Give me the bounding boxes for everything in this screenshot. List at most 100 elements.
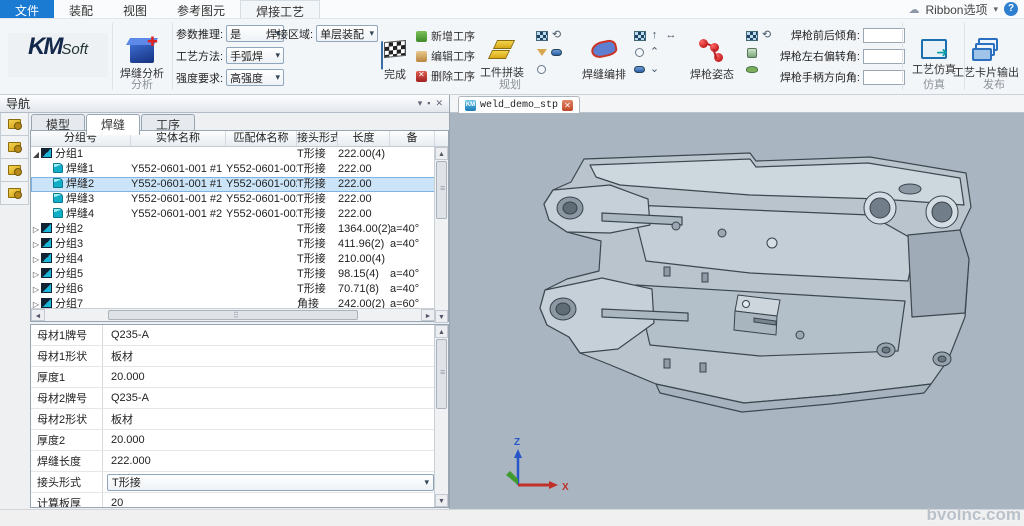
funnel-icon[interactable] (537, 49, 547, 56)
tree-toggle-icon[interactable]: ▷ (31, 282, 41, 297)
param-select[interactable]: 高强度 (226, 69, 284, 86)
table-row-weld[interactable]: 焊缝2Y552-0601-001 #1Y552-0601-002 #2T形接22… (31, 177, 435, 192)
property-row[interactable]: 母材2牌号Q235-A (31, 388, 436, 409)
op-button-edit[interactable]: 编辑工序 (416, 48, 475, 64)
workpiece-assemble-button[interactable]: 工件拼装 (474, 35, 530, 80)
column-header-1[interactable]: 实体名称 (131, 131, 226, 146)
column-header-3[interactable]: 接头形式 (297, 131, 338, 146)
viewport-3d[interactable]: Z X (450, 113, 1024, 509)
property-row[interactable]: 厚度220.000 (31, 430, 436, 451)
menu-tab-文件[interactable]: 文件 (0, 0, 54, 18)
scrollbar-thumb[interactable] (436, 161, 447, 219)
props-vertical-scrollbar[interactable]: ▲ ▼ (434, 325, 448, 507)
table-row-group[interactable]: ◢分组1T形接222.00(4) (31, 147, 435, 162)
column-header-5[interactable]: 备 (390, 131, 435, 146)
flag-icon[interactable] (536, 31, 548, 41)
card-output-button[interactable]: 工艺卡片输出 (948, 35, 1024, 80)
scroll-up-icon[interactable]: ▲ (435, 325, 448, 338)
angle-row-0: 焊枪前后倾角: (768, 27, 905, 43)
finish-flag-icon (384, 40, 406, 58)
document-tab[interactable]: KM weld_demo_stp ✕ (458, 96, 580, 113)
property-row[interactable]: 母材1形状板材 (31, 346, 436, 367)
float-icon[interactable]: ▪ (427, 98, 430, 109)
property-row[interactable]: 母材1牌号Q235-A (31, 325, 436, 346)
property-row[interactable]: 焊缝长度222.000 (31, 451, 436, 472)
tab-close-icon[interactable]: ✕ (562, 100, 573, 111)
scroll-up-icon[interactable]: ▲ (435, 147, 448, 160)
menu-tab-参考图元[interactable]: 参考图元 (162, 0, 240, 18)
capsule-icon[interactable] (634, 66, 645, 73)
property-row[interactable]: 母材2形状板材 (31, 409, 436, 430)
table-row-weld[interactable]: 焊缝4Y552-0601-001 #2Y552-0601-002 #2T形接22… (31, 207, 435, 222)
menu-tab-焊接工艺[interactable]: 焊接工艺 (240, 0, 320, 18)
tree-horizontal-scrollbar[interactable]: ◄ ► (31, 308, 435, 321)
scroll-down-icon[interactable]: ▼ (435, 310, 448, 323)
fit-width-icon[interactable]: ↔ (666, 30, 677, 41)
param-select[interactable]: 手弧焊 (226, 47, 284, 64)
menu-tab-视图[interactable]: 视图 (108, 0, 162, 18)
table-row-group[interactable]: ▷分组3T形接411.96(2)a=40° (31, 237, 435, 252)
strip-button-2[interactable] (0, 136, 29, 159)
pin-icon[interactable] (747, 48, 757, 58)
table-row-group[interactable]: ▷分组2T形接1364.00(2)a=40° (31, 222, 435, 237)
strip-button-4[interactable] (0, 182, 29, 205)
angle-input-2[interactable] (863, 70, 905, 85)
circle-icon[interactable] (537, 65, 546, 74)
weld-region-field: 焊接区域: 单层装配 (266, 25, 378, 42)
rotate-icon[interactable]: ⟲ (552, 30, 561, 41)
tree-toggle-icon[interactable]: ▷ (31, 267, 41, 282)
chevron-down-icon[interactable]: ⌄ (650, 64, 659, 75)
cell-length: 1364.00(2) (338, 222, 390, 237)
property-row[interactable]: 厚度120.000 (31, 367, 436, 388)
scroll-left-icon[interactable]: ◄ (31, 309, 45, 321)
angle-input-1[interactable] (863, 49, 905, 64)
strip-button-3[interactable] (0, 159, 29, 182)
pin-icon[interactable]: ▾ (418, 98, 423, 109)
strip-button-1[interactable] (0, 113, 29, 136)
tree-toggle-icon[interactable]: ▷ (31, 237, 41, 252)
table-row-group[interactable]: ▷分组6T形接70.71(8)a=40° (31, 282, 435, 297)
weld-arrange-button[interactable]: 焊缝编排 (578, 35, 630, 82)
cell-joint: T形接 (297, 147, 338, 162)
param-label: 强度要求: (176, 70, 223, 86)
tree-toggle-icon[interactable]: ▷ (31, 222, 41, 237)
cell-length: 222.00 (338, 162, 390, 177)
table-row-weld[interactable]: 焊缝3Y552-0601-001 #2Y552-0601-002 #1T形接22… (31, 192, 435, 207)
tab-焊缝[interactable]: 焊缝 (86, 114, 140, 135)
column-header-2[interactable]: 匹配体名称 (226, 131, 297, 146)
finish-button[interactable]: 完成 (376, 37, 414, 82)
property-value: 20 (103, 497, 436, 508)
column-header-4[interactable]: 长度 (338, 131, 390, 146)
scrollbar-thumb[interactable] (436, 339, 447, 409)
weld-region-select[interactable]: 单层装配 (316, 25, 378, 42)
tree-toggle-icon[interactable]: ◢ (31, 147, 41, 162)
tree-vertical-scrollbar[interactable]: ▲ ▼ (434, 147, 448, 323)
table-row-weld[interactable]: 焊缝1Y552-0601-001 #1Y552-0601-002 #1T形接22… (31, 162, 435, 177)
arrow-up-icon[interactable]: ↑ (652, 30, 658, 41)
table-row-group[interactable]: ▷分组4T形接210.00(4) (31, 252, 435, 267)
capsule-icon[interactable] (551, 49, 562, 56)
turtle-icon[interactable] (746, 66, 758, 73)
menu-tab-装配[interactable]: 装配 (54, 0, 108, 18)
scroll-down-icon[interactable]: ▼ (435, 494, 448, 507)
flag-icon[interactable] (634, 31, 646, 41)
table-row-group[interactable]: ▷分组5T形接98.15(4)a=40° (31, 267, 435, 282)
angle-input-0[interactable] (863, 28, 905, 43)
op-button-add[interactable]: 新增工序 (416, 28, 475, 44)
property-row[interactable]: 接头形式T形接 (31, 472, 436, 493)
cell-entity: Y552-0601-001 #1 (131, 177, 226, 192)
circle-icon[interactable] (635, 48, 644, 57)
scrollbar-thumb[interactable] (108, 310, 358, 320)
flag-icon[interactable] (746, 31, 758, 41)
chevron-up-icon[interactable]: ⌃ (650, 47, 659, 58)
scroll-right-icon[interactable]: ► (421, 309, 435, 321)
weld-analysis-button[interactable]: 焊缝分析 (116, 39, 168, 81)
ribbon-options-button[interactable]: Ribbon选项 (925, 1, 987, 18)
close-icon[interactable]: ✕ (435, 98, 443, 109)
joint-type-combobox[interactable]: T形接 (107, 474, 434, 491)
tree-toggle-icon[interactable]: ▷ (31, 252, 41, 267)
gun-pose-button[interactable]: 焊枪姿态 (684, 35, 740, 82)
chevron-down-icon[interactable]: ▾ (993, 4, 998, 15)
help-icon[interactable]: ? (1004, 2, 1018, 16)
property-row[interactable]: 计算板厚20 (31, 493, 436, 508)
